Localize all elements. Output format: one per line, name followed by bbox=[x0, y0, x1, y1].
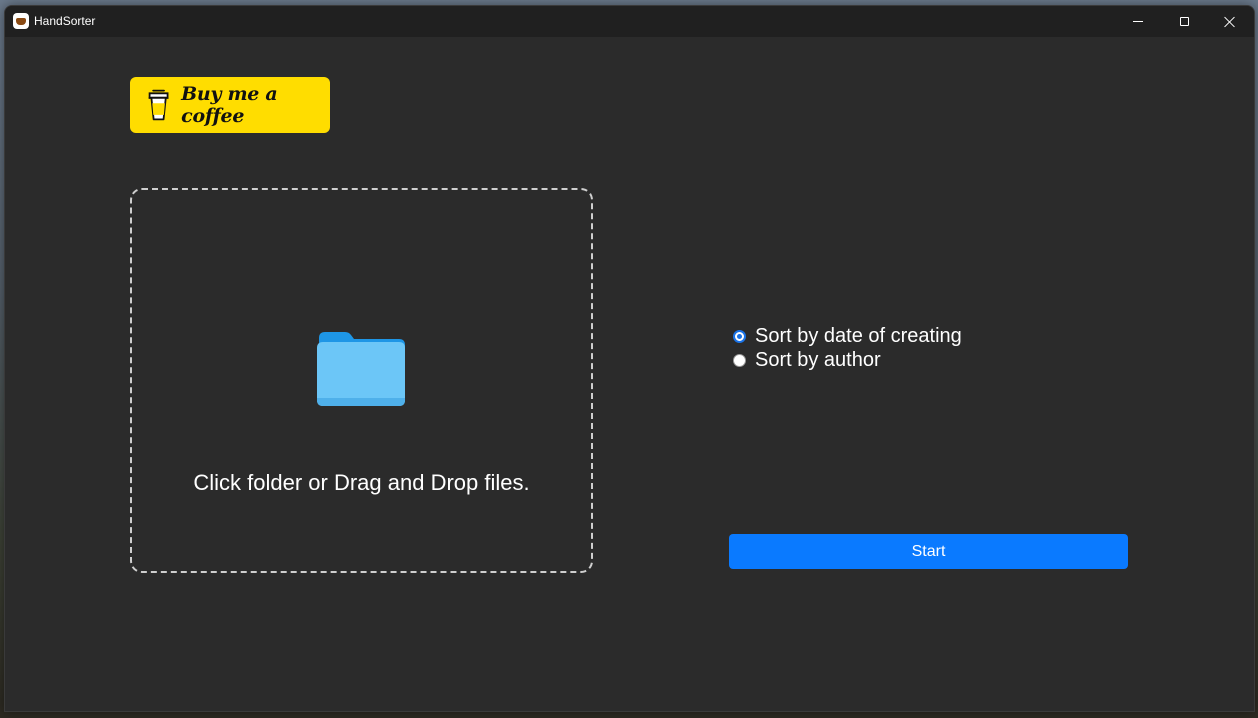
sort-option-date[interactable]: Sort by date of creating bbox=[733, 324, 962, 348]
buy-me-a-coffee-button[interactable]: Buy me a coffee bbox=[130, 77, 330, 133]
sort-options: Sort by date of creating Sort by author bbox=[733, 324, 962, 372]
dropzone-instruction: Click folder or Drag and Drop files. bbox=[193, 470, 530, 495]
close-button[interactable] bbox=[1207, 6, 1253, 37]
minimize-icon bbox=[1133, 21, 1143, 22]
radio-button-author[interactable] bbox=[733, 353, 746, 367]
maximize-button[interactable] bbox=[1161, 6, 1207, 37]
start-button[interactable]: Start bbox=[729, 534, 1128, 569]
close-icon bbox=[1224, 16, 1236, 28]
minimize-button[interactable] bbox=[1115, 6, 1161, 37]
coffee-cup-icon bbox=[13, 13, 29, 29]
radio-button-date[interactable] bbox=[733, 329, 746, 343]
maximize-icon bbox=[1179, 17, 1189, 26]
folder-icon[interactable] bbox=[315, 330, 407, 408]
file-dropzone[interactable]: Click folder or Drag and Drop files. bbox=[130, 188, 593, 573]
title-bar[interactable]: HandSorter bbox=[5, 6, 1254, 37]
sort-option-author-label[interactable]: Sort by author bbox=[755, 349, 881, 372]
coffee-cup-icon bbox=[148, 89, 169, 121]
buy-me-a-coffee-label: Buy me a coffee bbox=[181, 83, 278, 127]
sort-option-date-label[interactable]: Sort by date of creating bbox=[755, 325, 962, 348]
sort-option-author[interactable]: Sort by author bbox=[733, 348, 962, 372]
app-window: HandSorter Buy me a coffee Click folder … bbox=[4, 5, 1255, 712]
window-title: HandSorter bbox=[34, 14, 96, 28]
